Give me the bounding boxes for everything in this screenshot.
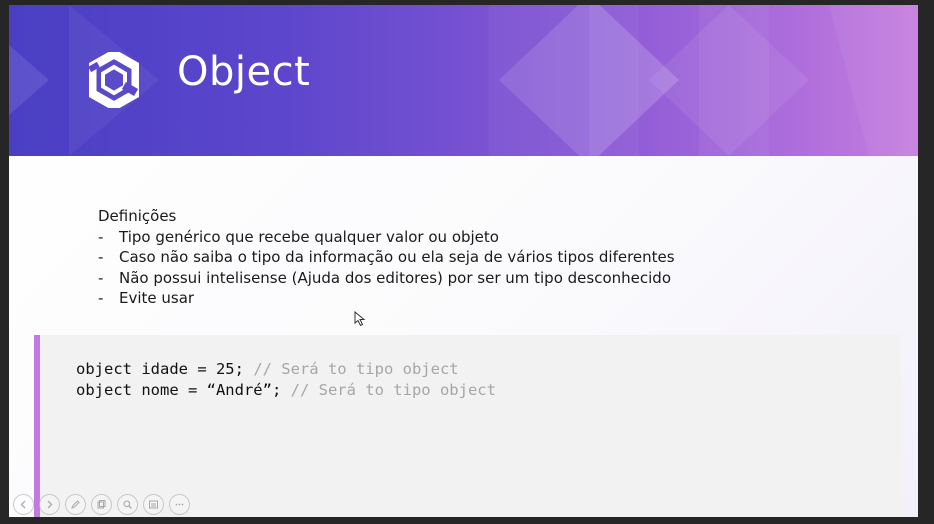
- code-comment: // Será to tipo object: [290, 381, 496, 399]
- bullet-marker: -: [98, 248, 104, 266]
- subtitles-button[interactable]: [143, 494, 164, 515]
- zoom-icon: [123, 500, 132, 509]
- list-item: - Tipo genérico que recebe qualquer valor…: [98, 227, 675, 248]
- code-statement: object nome = “André”;: [76, 381, 291, 399]
- code-comment: // Será to tipo object: [253, 360, 459, 378]
- definitions-section: Definições - Tipo genérico que recebe qua…: [98, 206, 675, 309]
- arrow-left-icon: [20, 500, 26, 509]
- bullet-marker: -: [98, 289, 104, 307]
- zoom-button[interactable]: [117, 494, 138, 515]
- code-line: object nome = “André”; // Será to tipo o…: [76, 380, 496, 401]
- title-banner: Object: [9, 5, 918, 156]
- arrow-right-icon: [47, 500, 53, 509]
- list-item: - Evite usar: [98, 288, 675, 309]
- banner-decoration: [9, 5, 918, 156]
- list-item-text: Tipo genérico que recebe qualquer valor …: [119, 227, 499, 246]
- presentation-slide: Object Definições - Tipo genérico que rec…: [9, 5, 918, 517]
- next-slide-button[interactable]: [39, 494, 60, 515]
- slideshow-toolbar: [13, 494, 190, 515]
- code-line: object idade = 25; // Será to tipo objec…: [76, 359, 496, 380]
- code-block: object idade = 25; // Será to tipo objec…: [34, 335, 901, 517]
- definitions-list: - Tipo genérico que recebe qualquer valor…: [98, 227, 675, 309]
- bullet-marker: -: [98, 268, 104, 287]
- previous-slide-button[interactable]: [13, 494, 34, 515]
- list-item: - Não possui intelisense (Ajuda dos edito…: [98, 268, 675, 289]
- pen-button[interactable]: [65, 494, 86, 515]
- bullet-marker: -: [98, 227, 104, 246]
- definitions-heading: Definições: [98, 207, 177, 225]
- menu-icon: [149, 500, 158, 509]
- list-item-text: Evite usar: [119, 289, 195, 307]
- slide-title: Object: [177, 49, 311, 95]
- more-options-button[interactable]: [169, 494, 190, 515]
- csharp-logo-icon: [89, 52, 139, 108]
- code-statement: object idade = 25;: [76, 360, 254, 378]
- list-item-text: Caso não saiba o tipo da informação ou e…: [119, 248, 675, 266]
- see-all-slides-button[interactable]: [91, 494, 112, 515]
- copy-icon: [97, 500, 106, 509]
- pen-icon: [71, 500, 80, 509]
- more-icon: [175, 503, 184, 506]
- mouse-cursor-icon: [354, 311, 366, 327]
- list-item-text: Não possui intelisense (Ajuda dos editor…: [119, 268, 671, 287]
- code-lines: object idade = 25; // Será to tipo objec…: [76, 359, 496, 401]
- list-item: - Caso não saiba o tipo da informação ou …: [98, 247, 675, 268]
